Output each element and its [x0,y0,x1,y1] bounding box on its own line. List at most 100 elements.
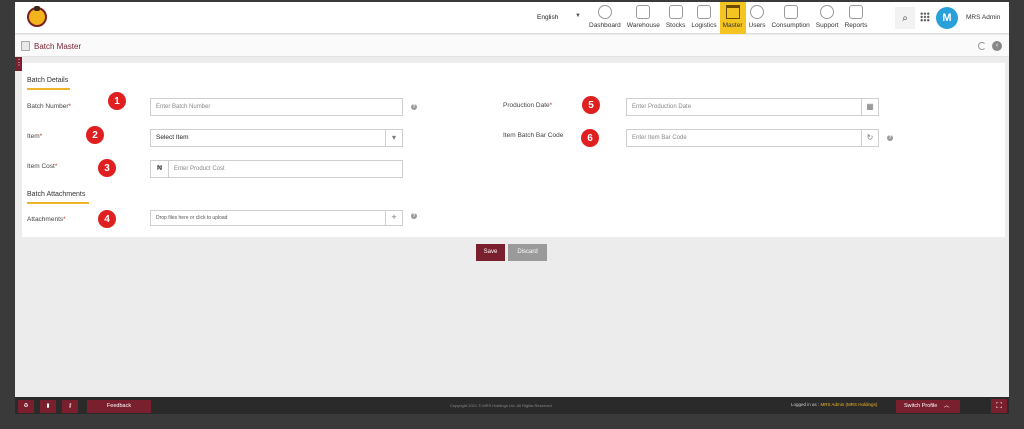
nav-label: Dashboard [589,22,621,29]
apps-grid-icon[interactable] [920,12,930,22]
batch-number-label: Batch Number* [27,103,71,110]
nav-item-consumption[interactable]: Consumption [768,2,812,34]
copyright-text: Copyright 2021 © MRS Holdings Ltd. All R… [450,403,552,408]
page-header: Batch Master ‹ [15,35,1009,57]
nav-label: Support [815,22,839,29]
attachments-label: Attachments* [27,216,66,223]
page-title: Batch Master [34,42,82,51]
search-icon[interactable]: ⌕ [895,7,915,29]
nav-item-dashboard[interactable]: Dashboard [586,2,624,34]
avatar[interactable]: M [936,7,958,29]
nav-item-stocks[interactable]: Stocks [663,2,689,34]
users-icon [749,5,764,19]
recycle-icon[interactable]: ♻ [18,400,34,413]
item-cost-input[interactable]: ₦ Enter Product Cost [150,160,403,178]
brand-logo[interactable] [27,6,47,27]
callout-badge: 1 [108,92,126,110]
nav-item-logistics[interactable]: Logistics [688,2,719,34]
chevron-down-icon[interactable]: ▼ [575,13,581,19]
required-mark: * [63,216,66,223]
nav-label: Logistics [691,22,717,29]
help-icon[interactable]: ? [887,135,893,141]
fullscreen-icon[interactable]: ⛶ [991,399,1007,413]
required-mark: * [39,133,43,140]
switch-profile-button[interactable]: Switch Profile ︿ [896,400,960,413]
main-nav: Dashboard Warehouse Stocks Logistics Mas… [586,2,870,34]
warehouse-icon [636,5,651,19]
footer: ♻ ▮ ⚷ Feedback Copyright 2021 © MRS Hold… [15,397,1009,414]
label-text: Batch Number [27,103,69,110]
production-date-placeholder: Enter Production Date [632,104,692,110]
label-text: Item [27,133,40,140]
required-mark: * [68,103,72,110]
section-batch-details: Batch Details [27,77,70,90]
key-icon[interactable]: ⚷ [62,400,78,413]
nav-item-support[interactable]: Support [813,2,842,34]
required-mark: * [549,102,553,109]
callout-badge: 2 [86,126,104,144]
currency-symbol: ₦ [151,161,169,177]
top-navbar: English ▼ Dashboard Warehouse Stocks Log… [15,2,1009,34]
item-bar-code-placeholder: Enter Item Bar Code [632,135,687,141]
callout-badge: 5 [582,96,600,114]
nav-item-reports[interactable]: Reports [842,2,871,34]
nav-label: Stocks [665,22,686,29]
item-label: Item* [27,133,42,140]
nav-item-warehouse[interactable]: Warehouse [624,2,663,34]
chevron-down-icon[interactable]: ▾ [385,130,402,146]
discard-button[interactable]: Discard [508,244,547,261]
help-icon[interactable]: ? [411,104,417,110]
batch-number-input[interactable]: Enter Batch Number [150,98,403,116]
logistics-icon [696,5,711,19]
logged-in-label: Logged in as : [791,402,820,407]
item-cost-label: Item Cost* [27,163,57,170]
save-button[interactable]: Save [476,244,505,261]
label-text: Attachments [27,216,64,223]
reports-icon [848,5,863,19]
nav-label: Reports [844,22,868,29]
calendar-icon[interactable]: ▦ [861,99,878,115]
page-icon [21,41,30,51]
production-date-input[interactable]: Enter Production Date ▦ [626,98,879,116]
label-text: Production Date [503,102,550,109]
production-date-label: Production Date* [503,102,552,109]
callout-badge: 4 [98,210,116,228]
nav-label: Master [722,22,743,29]
item-select[interactable]: Select Item ▾ [150,129,403,147]
section-title: Batch Details [27,77,69,84]
plus-icon[interactable]: + [385,211,402,225]
item-bar-code-input[interactable]: Enter Item Bar Code ↻ [626,129,879,147]
user-name[interactable]: MRS Admin [966,14,1000,21]
side-menu-toggle[interactable]: ⋮ [15,57,23,71]
section-batch-attachments: Batch Attachments [27,191,89,204]
batch-form: Batch Details Batch Number* 1 Enter Batc… [22,63,1005,237]
attachments-dropzone[interactable]: Drop files here or click to upload + [150,210,403,226]
item-select-value: Select Item [156,134,189,141]
bookmark-icon[interactable]: ▮ [40,400,56,413]
language-select[interactable]: English [537,14,558,21]
switch-profile-label: Switch Profile [904,403,938,409]
stocks-icon [668,5,683,19]
crown-icon [725,5,740,19]
help-icon[interactable]: ? [411,213,417,219]
section-title: Batch Attachments [27,191,86,198]
regenerate-icon[interactable]: ↻ [861,130,878,146]
section-underline [27,202,89,204]
speedometer-icon [597,5,612,19]
support-icon [820,5,835,19]
item-cost-placeholder: Enter Product Cost [174,166,225,172]
item-bar-code-label: Item Batch Bar Code [503,132,564,139]
back-icon[interactable]: ‹ [992,41,1002,51]
logged-in-status: Logged in as : MRS Admin (MRS Holdings) [791,402,877,407]
required-mark: * [54,163,58,170]
consumption-icon [783,5,798,19]
nav-label: Consumption [771,22,810,29]
feedback-button[interactable]: Feedback [87,400,151,413]
chevron-up-icon: ︿ [943,403,950,409]
logged-in-user: MRS Admin (MRS Holdings) [820,402,878,407]
nav-item-users[interactable]: Users [746,2,769,34]
nav-item-master[interactable]: Master [719,2,746,34]
refresh-icon[interactable] [978,42,986,50]
callout-badge: 6 [581,129,599,147]
callout-badge: 3 [98,159,116,177]
